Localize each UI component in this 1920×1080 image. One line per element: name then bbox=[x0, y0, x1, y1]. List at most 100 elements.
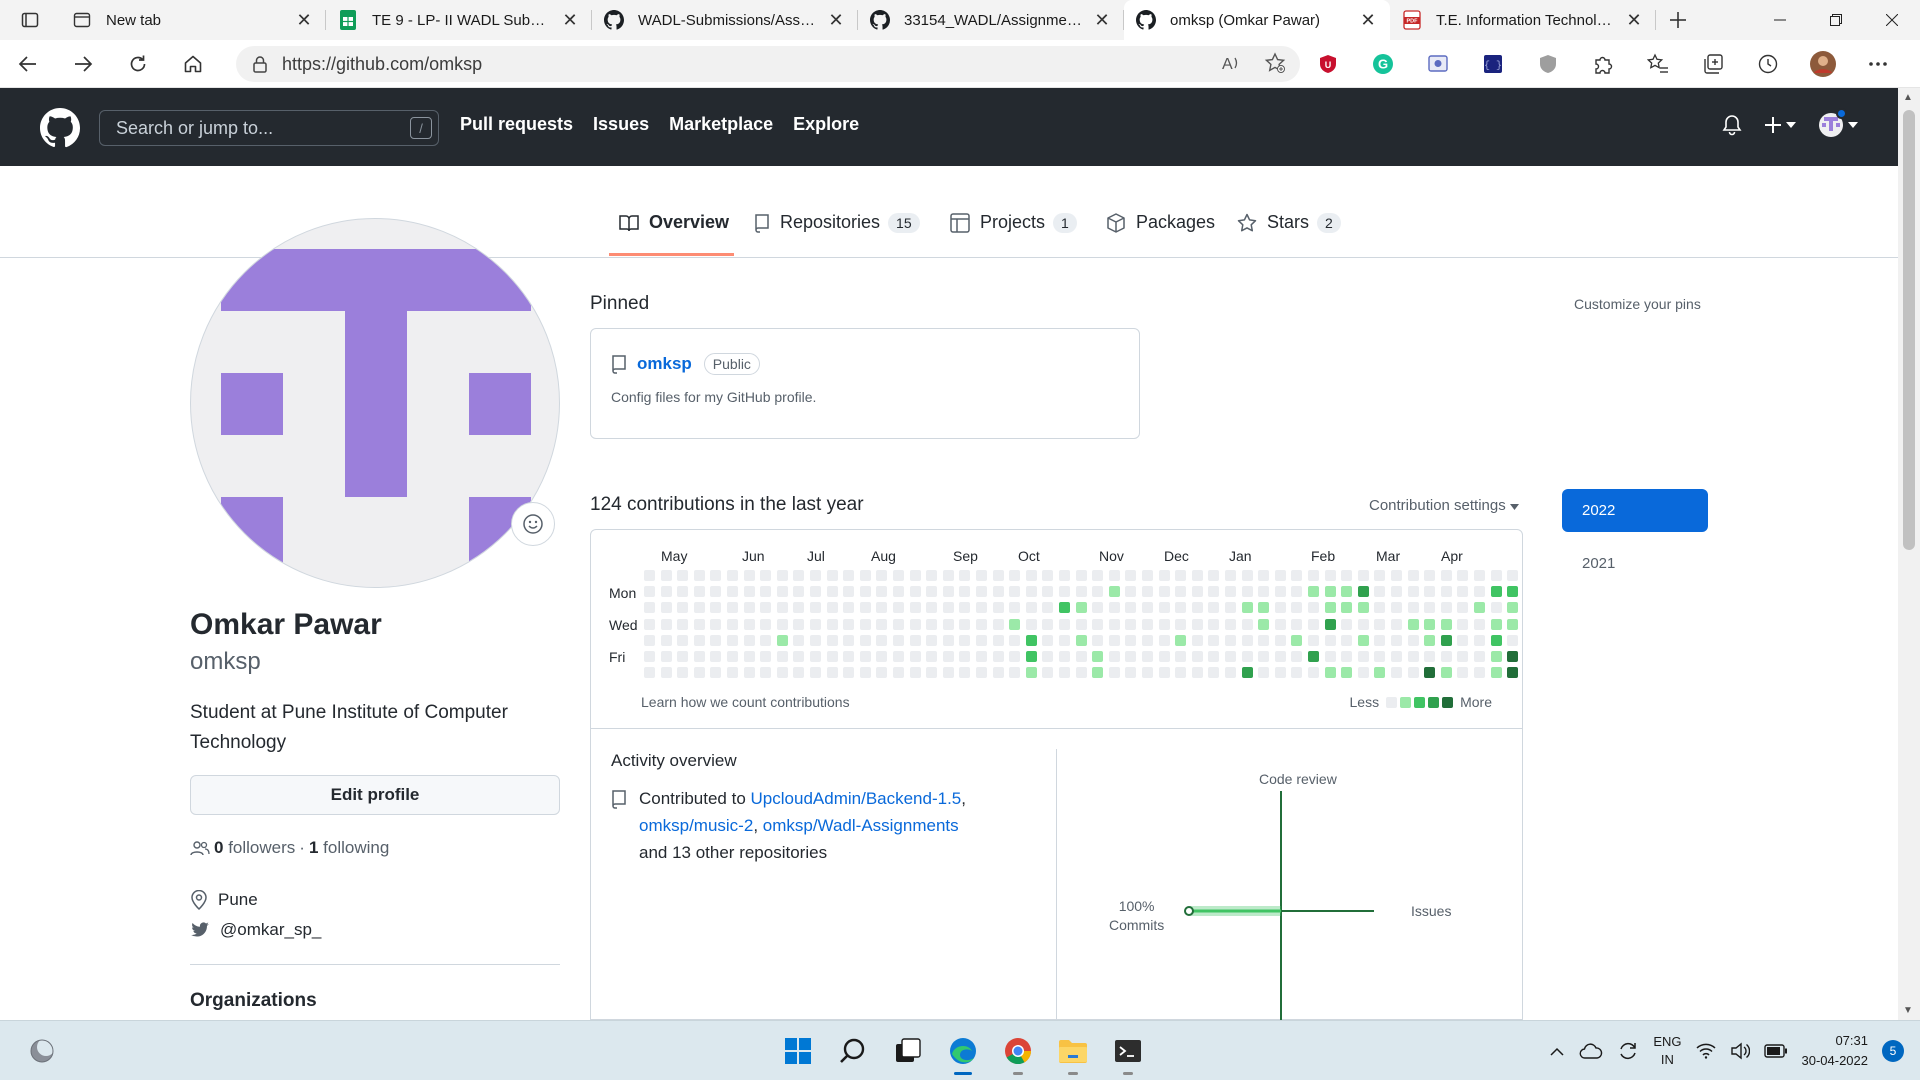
contribution-day[interactable] bbox=[1108, 602, 1120, 614]
contribution-day[interactable] bbox=[859, 618, 871, 630]
contribution-day[interactable] bbox=[1108, 586, 1120, 598]
contribution-day[interactable] bbox=[1258, 651, 1270, 662]
contribution-day[interactable] bbox=[677, 618, 689, 630]
contribution-day[interactable] bbox=[1474, 618, 1485, 630]
contribution-day[interactable] bbox=[1191, 570, 1203, 581]
contribution-day[interactable] bbox=[826, 667, 838, 679]
contribution-day[interactable] bbox=[710, 602, 722, 614]
contribution-day[interactable] bbox=[1407, 618, 1419, 630]
chevron-up-icon[interactable] bbox=[1549, 1045, 1565, 1057]
contribution-day[interactable] bbox=[1142, 651, 1153, 662]
contribution-day[interactable] bbox=[1125, 586, 1137, 598]
contribution-day[interactable] bbox=[876, 586, 888, 598]
contribution-day[interactable] bbox=[810, 570, 821, 581]
contribution-day[interactable] bbox=[727, 651, 738, 662]
taskbar-chrome[interactable] bbox=[996, 1029, 1040, 1075]
contribution-day[interactable] bbox=[1208, 634, 1220, 646]
contribution-day[interactable] bbox=[760, 602, 772, 614]
ublock-extension-button[interactable]: U bbox=[1300, 40, 1355, 88]
contribution-day[interactable] bbox=[1274, 618, 1286, 630]
extensions-button[interactable] bbox=[1575, 40, 1630, 88]
contribution-day[interactable] bbox=[1009, 618, 1021, 630]
contribution-day[interactable] bbox=[693, 586, 705, 598]
contribution-day[interactable] bbox=[776, 602, 788, 614]
contribution-day[interactable] bbox=[1258, 602, 1270, 614]
contribution-day[interactable] bbox=[710, 586, 722, 598]
contribution-day[interactable] bbox=[992, 634, 1004, 646]
contribution-day[interactable] bbox=[1357, 570, 1369, 581]
contribution-day[interactable] bbox=[660, 618, 672, 630]
contribution-day[interactable] bbox=[959, 634, 971, 646]
contribution-day[interactable] bbox=[843, 634, 855, 646]
contribution-day[interactable] bbox=[1092, 618, 1104, 630]
contribution-day[interactable] bbox=[1341, 586, 1353, 598]
contribution-day[interactable] bbox=[810, 586, 821, 598]
contribution-day[interactable] bbox=[1009, 667, 1021, 679]
contribution-day[interactable] bbox=[1357, 602, 1369, 614]
pinned-repo-link[interactable]: omksp bbox=[637, 354, 692, 374]
contribution-day[interactable] bbox=[710, 618, 722, 630]
contribution-day[interactable] bbox=[1407, 667, 1419, 679]
contribution-day[interactable] bbox=[677, 586, 689, 598]
contribution-day[interactable] bbox=[1009, 602, 1021, 614]
contribution-day[interactable] bbox=[710, 570, 722, 581]
contribution-day[interactable] bbox=[1092, 651, 1104, 662]
contribution-day[interactable] bbox=[1059, 651, 1070, 662]
contribution-day[interactable] bbox=[942, 651, 954, 662]
contribution-day[interactable] bbox=[1490, 602, 1502, 614]
battery-icon[interactable] bbox=[1763, 1044, 1788, 1058]
contribution-day[interactable] bbox=[1391, 651, 1402, 662]
contribution-day[interactable] bbox=[1374, 667, 1386, 679]
contribution-day[interactable] bbox=[876, 618, 888, 630]
contribution-day[interactable] bbox=[1490, 634, 1502, 646]
contribution-day[interactable] bbox=[909, 618, 921, 630]
contribution-day[interactable] bbox=[1191, 651, 1203, 662]
contribution-day[interactable] bbox=[760, 651, 772, 662]
contribution-day[interactable] bbox=[1092, 602, 1104, 614]
contribution-day[interactable] bbox=[893, 570, 904, 581]
contribution-day[interactable] bbox=[1457, 634, 1469, 646]
contribution-day[interactable] bbox=[1059, 634, 1070, 646]
contribution-day[interactable] bbox=[976, 618, 987, 630]
contribution-day[interactable] bbox=[959, 602, 971, 614]
contribution-day[interactable] bbox=[1059, 667, 1070, 679]
contribution-day[interactable] bbox=[959, 586, 971, 598]
contribution-day[interactable] bbox=[1490, 586, 1502, 598]
contribution-day[interactable] bbox=[810, 634, 821, 646]
contribution-day[interactable] bbox=[1208, 651, 1220, 662]
contribution-day[interactable] bbox=[1225, 586, 1236, 598]
contribution-day[interactable] bbox=[1158, 602, 1170, 614]
notification-badge[interactable]: 5 bbox=[1882, 1040, 1904, 1062]
contribution-day[interactable] bbox=[909, 634, 921, 646]
contribution-day[interactable] bbox=[859, 570, 871, 581]
contribution-day[interactable] bbox=[1374, 634, 1386, 646]
contribution-day[interactable] bbox=[876, 570, 888, 581]
contribution-day[interactable] bbox=[1108, 634, 1120, 646]
contribution-day[interactable] bbox=[1241, 667, 1253, 679]
contribution-day[interactable] bbox=[1391, 570, 1402, 581]
contribution-day[interactable] bbox=[1009, 570, 1021, 581]
contribution-day[interactable] bbox=[793, 570, 805, 581]
year-2021-link[interactable]: 2021 bbox=[1582, 555, 1615, 572]
contribution-day[interactable] bbox=[1291, 570, 1303, 581]
contribution-day[interactable] bbox=[959, 651, 971, 662]
tab-actions-button[interactable] bbox=[0, 0, 60, 40]
read-aloud-icon[interactable]: A bbox=[1220, 52, 1242, 74]
contribution-day[interactable] bbox=[959, 667, 971, 679]
contribution-day[interactable] bbox=[1357, 586, 1369, 598]
contribution-day[interactable] bbox=[760, 570, 772, 581]
contribution-day[interactable] bbox=[760, 667, 772, 679]
contribution-day[interactable] bbox=[1225, 651, 1236, 662]
contribution-day[interactable] bbox=[1142, 634, 1153, 646]
contribution-day[interactable] bbox=[1391, 586, 1402, 598]
contribution-day[interactable] bbox=[1025, 651, 1037, 662]
contribution-day[interactable] bbox=[992, 651, 1004, 662]
contribution-day[interactable] bbox=[810, 618, 821, 630]
scroll-up-icon[interactable]: ▲ bbox=[1903, 92, 1913, 103]
contribution-day[interactable] bbox=[743, 618, 755, 630]
contribution-day[interactable] bbox=[1407, 651, 1419, 662]
contribution-day[interactable] bbox=[1274, 651, 1286, 662]
contribution-day[interactable] bbox=[677, 667, 689, 679]
contribution-day[interactable] bbox=[1507, 618, 1519, 630]
contribution-day[interactable] bbox=[992, 667, 1004, 679]
